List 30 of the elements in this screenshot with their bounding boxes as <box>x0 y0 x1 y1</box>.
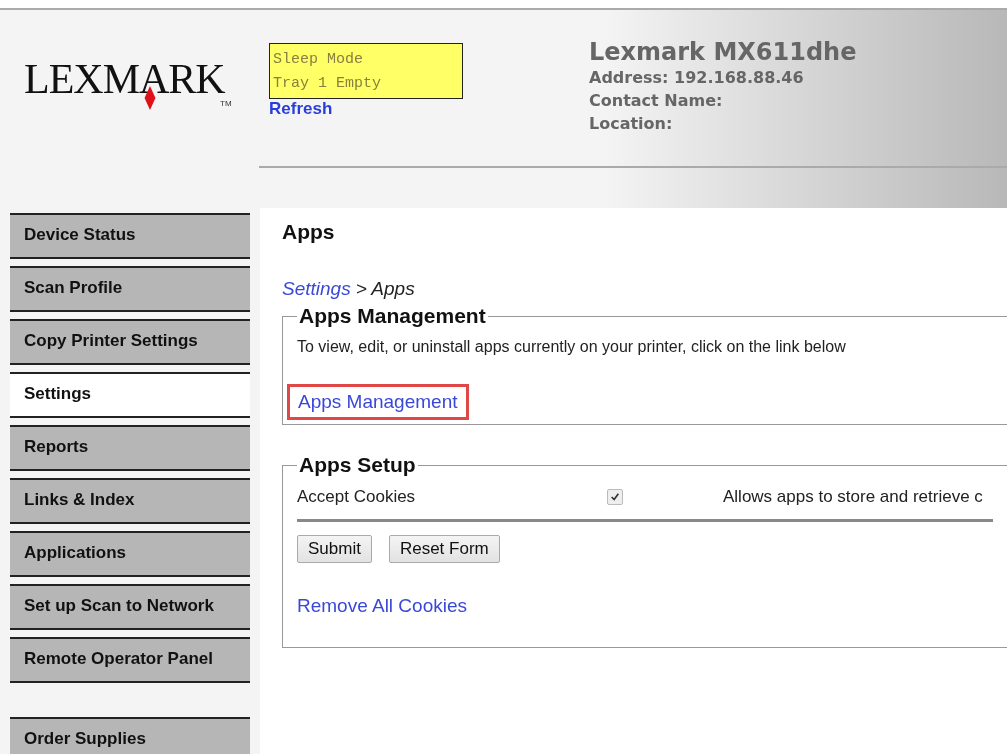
device-model: Lexmark MX611dhe <box>589 38 857 66</box>
remove-cookies-link[interactable]: Remove All Cookies <box>297 595 468 617</box>
device-info: Contact Name: <box>589 90 724 112</box>
nav-item[interactable]: Scan Profile <box>10 266 250 312</box>
nav-item[interactable]: Links & Index <box>10 478 250 524</box>
check-icon <box>610 492 620 502</box>
nav-item[interactable]: Order Supplies <box>10 717 250 754</box>
page-title: Apps <box>282 220 336 244</box>
setting-description: Allows apps to store and retrieve c <box>723 487 983 507</box>
device-info: Address: 192.168.88.46 <box>589 67 805 89</box>
device-info: Location: <box>589 113 674 135</box>
breadcrumb-link[interactable]: Settings <box>282 278 351 299</box>
nav-item[interactable]: Reports <box>10 425 250 471</box>
section-title: Apps Setup <box>298 453 417 477</box>
checkbox[interactable] <box>607 489 623 505</box>
nav-item[interactable]: Device Status <box>10 213 250 259</box>
nav-item[interactable]: Settings <box>10 372 250 418</box>
breadcrumb-current: > Apps <box>355 278 415 299</box>
description: To view, edit, or uninstall apps currently on your printer, click on the link below <box>297 338 847 356</box>
refresh-link[interactable]: Refresh <box>269 99 333 119</box>
nav-item[interactable]: Copy Printer Settings <box>10 319 250 365</box>
nav-item[interactable]: Set up Scan to Network <box>10 584 250 630</box>
form-button[interactable]: Submit <box>297 535 372 563</box>
section-title: Apps Management <box>298 304 487 328</box>
apps-management-link[interactable]: Apps Management <box>287 384 469 420</box>
form-button[interactable]: Reset Form <box>388 535 500 563</box>
status-display: Sleep Mode Tray 1 Empty <box>269 43 463 99</box>
setting-label: Accept Cookies <box>297 487 417 507</box>
nav-item[interactable]: Remote Operator Panel <box>10 637 250 683</box>
nav-item[interactable]: Applications <box>10 531 250 577</box>
